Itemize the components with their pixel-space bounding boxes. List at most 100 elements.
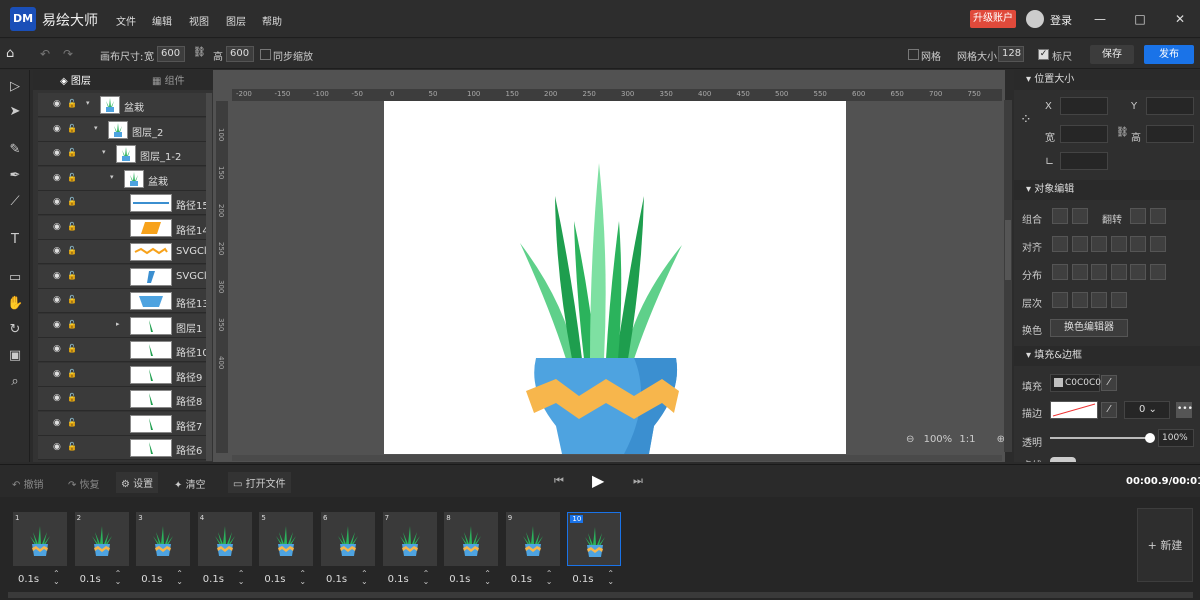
menu-layer[interactable]: 图层 xyxy=(226,13,246,28)
timeline-frame[interactable]: 2 xyxy=(74,512,129,566)
rectangle-icon[interactable]: ▭ xyxy=(7,270,23,286)
expand-icon[interactable]: ▾ xyxy=(94,124,98,132)
width-field[interactable] xyxy=(1060,125,1108,143)
text-icon[interactable]: T xyxy=(7,232,23,248)
section-fill[interactable]: ▾ 填充&边框 xyxy=(1014,346,1200,366)
sync-scale-checkbox[interactable] xyxy=(260,49,271,60)
vertical-scrollbar[interactable] xyxy=(1004,100,1012,452)
timeline-frame[interactable]: 4 xyxy=(197,512,252,566)
publish-button[interactable]: 发布 xyxy=(1144,45,1194,64)
direct-select-icon[interactable]: ➤ xyxy=(7,104,23,120)
timeline-frame[interactable]: 10 xyxy=(567,512,622,566)
next-frame-icon[interactable]: ⏭ xyxy=(633,474,643,488)
duration-stepper-icon[interactable]: ⌃ ⌄ xyxy=(546,570,553,586)
layer-order-icon[interactable] xyxy=(1091,292,1107,308)
duration-stepper-icon[interactable]: ⌃ ⌄ xyxy=(361,570,368,586)
layer-row[interactable]: ◉ 🔓 路径14 xyxy=(38,215,206,240)
flip-h-icon[interactable] xyxy=(1130,208,1146,224)
layer-row[interactable]: ◉ 🔓 路径6 xyxy=(38,436,206,460)
visibility-icon[interactable]: ◉ xyxy=(53,246,61,256)
stroke-color-swatch[interactable] xyxy=(1050,401,1098,419)
tl-undo-button[interactable]: ↶ 撤销 xyxy=(12,476,44,491)
layer-order-icon[interactable] xyxy=(1052,292,1068,308)
fill-color-input[interactable]: C0C0C0 xyxy=(1050,374,1101,392)
minimize-icon[interactable]: — xyxy=(1092,12,1108,26)
timeline-frame[interactable]: 9 xyxy=(505,512,560,566)
lock-icon[interactable]: 🔓 xyxy=(67,418,77,427)
visibility-icon[interactable]: ◉ xyxy=(53,442,61,452)
height-input[interactable]: 600 xyxy=(226,46,254,62)
distribute-icon[interactable] xyxy=(1071,264,1088,280)
layer-row[interactable]: ◉ 🔓 SVGCleanerId_1 xyxy=(38,240,206,264)
layer-row[interactable]: ◉ 🔓 路径10 xyxy=(38,338,206,362)
frame-duration[interactable]: 0.1s xyxy=(203,574,224,585)
close-icon[interactable]: ✕ xyxy=(1172,12,1188,26)
menu-file[interactable]: 文件 xyxy=(116,13,136,28)
shadow-toggle[interactable] xyxy=(1050,457,1076,462)
lock-icon[interactable]: 🔓 xyxy=(67,124,77,133)
menu-view[interactable]: 视图 xyxy=(189,13,209,28)
visibility-icon[interactable]: ◉ xyxy=(53,99,61,109)
save-button[interactable]: 保存 xyxy=(1090,45,1134,64)
layer-row[interactable]: ◉ 🔓 ▾ 图层_1-2 xyxy=(38,142,206,166)
layer-row[interactable]: ◉ 🔓 ▾ 图层_2 xyxy=(38,117,206,142)
align-icon[interactable] xyxy=(1149,236,1166,252)
stroke-eyedropper-icon[interactable]: ⁄ xyxy=(1101,402,1117,418)
visibility-icon[interactable]: ◉ xyxy=(53,369,61,379)
menu-help[interactable]: 帮助 xyxy=(262,13,282,28)
prev-frame-icon[interactable]: ⏮ xyxy=(554,474,564,488)
y-input[interactable] xyxy=(1146,97,1194,115)
visibility-icon[interactable]: ◉ xyxy=(53,344,61,354)
artboard[interactable] xyxy=(384,101,846,454)
visibility-icon[interactable]: ◉ xyxy=(53,222,61,232)
tab-layers[interactable]: ◈ 图层 xyxy=(60,72,91,87)
lock-ratio-icon[interactable]: ⛓ xyxy=(1116,127,1129,138)
tl-open-file-button[interactable]: ▭ 打开文件 xyxy=(228,472,291,493)
lock-icon[interactable]: 🔓 xyxy=(67,222,77,231)
stroke-width-input[interactable]: 0 ⌄ xyxy=(1124,401,1170,419)
tl-clear-button[interactable]: ✦ 清空 xyxy=(174,476,206,491)
frame-duration[interactable]: 0.1s xyxy=(388,574,409,585)
duration-stepper-icon[interactable]: ⌃ ⌄ xyxy=(53,570,60,586)
opacity-slider-handle[interactable] xyxy=(1145,433,1155,443)
duration-stepper-icon[interactable]: ⌃ ⌄ xyxy=(115,570,122,586)
section-object[interactable]: ▾ 对象编辑 xyxy=(1014,180,1200,200)
timeline-frame[interactable]: 7 xyxy=(382,512,437,566)
upgrade-button[interactable]: 升级账户 xyxy=(970,10,1016,28)
lock-icon[interactable]: 🔓 xyxy=(67,369,77,378)
bezier-pen-icon[interactable]: ✒ xyxy=(7,168,23,184)
timeline-frame[interactable]: 8 xyxy=(444,512,499,566)
timeline-frame[interactable]: 3 xyxy=(136,512,191,566)
frame-duration[interactable]: 0.1s xyxy=(141,574,162,585)
lock-icon[interactable]: 🔓 xyxy=(67,246,77,255)
maximize-icon[interactable]: □ xyxy=(1132,12,1148,26)
new-frame-button[interactable]: + 新建 xyxy=(1137,508,1193,582)
group-icon[interactable] xyxy=(1052,208,1068,224)
angle-input[interactable] xyxy=(1060,152,1108,170)
play-icon[interactable]: ▶ xyxy=(592,471,604,490)
horizontal-scrollbar[interactable] xyxy=(232,455,1002,461)
layer-row[interactable]: ◉ 🔓 路径8 xyxy=(38,387,206,411)
frame-duration[interactable]: 0.1s xyxy=(326,574,347,585)
align-icon[interactable] xyxy=(1052,236,1068,252)
visibility-icon[interactable]: ◉ xyxy=(53,173,61,183)
frame-duration[interactable]: 0.1s xyxy=(18,574,39,585)
home-icon[interactable]: ⌂ xyxy=(6,46,14,61)
opacity-slider[interactable] xyxy=(1050,437,1150,439)
grid-checkbox[interactable] xyxy=(908,49,919,60)
distribute-icon[interactable] xyxy=(1110,264,1127,280)
lock-icon[interactable]: 🔓 xyxy=(67,295,77,304)
layer-scrollbar[interactable] xyxy=(206,93,212,461)
duration-stepper-icon[interactable]: ⌃ ⌄ xyxy=(299,570,306,586)
lock-icon[interactable]: 🔓 xyxy=(67,320,77,329)
duration-stepper-icon[interactable]: ⌃ ⌄ xyxy=(484,570,491,586)
login-link[interactable]: 登录 xyxy=(1050,12,1072,28)
avatar[interactable] xyxy=(1026,10,1044,28)
visibility-icon[interactable]: ◉ xyxy=(53,295,61,305)
timeline-frame[interactable]: 6 xyxy=(321,512,375,566)
distribute-icon[interactable] xyxy=(1130,264,1146,280)
visibility-icon[interactable]: ◉ xyxy=(53,271,61,281)
grid-size-input[interactable]: 128 xyxy=(998,46,1024,62)
align-icon[interactable] xyxy=(1110,236,1127,252)
layer-row[interactable]: ◉ 🔓 ▸ 图层1 xyxy=(38,313,206,338)
